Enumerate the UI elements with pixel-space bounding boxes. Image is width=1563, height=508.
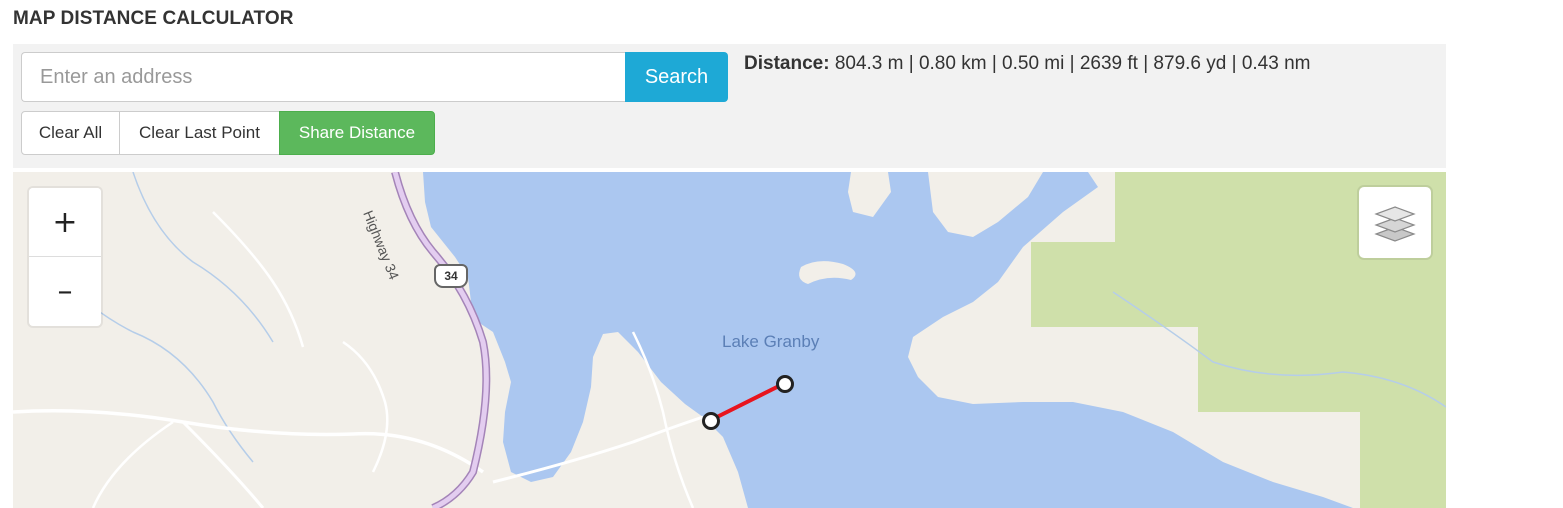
- clear-last-point-button[interactable]: Clear Last Point: [119, 111, 280, 155]
- zoom-in-button[interactable]: +: [29, 188, 101, 256]
- layers-icon: [1374, 206, 1416, 242]
- distance-readout: Distance: 804.3 m | 0.80 km | 0.50 mi | …: [744, 53, 1310, 75]
- highway-shield: 34: [434, 264, 468, 288]
- zoom-out-button[interactable]: –: [29, 257, 101, 325]
- clear-all-button[interactable]: Clear All: [21, 111, 120, 155]
- search-button[interactable]: Search: [625, 52, 728, 102]
- map-view[interactable]: Highway 34 34 Lake Granby + –: [13, 172, 1446, 508]
- address-search-input[interactable]: [21, 52, 625, 102]
- share-distance-button[interactable]: Share Distance: [279, 111, 435, 155]
- distance-label: Distance:: [744, 53, 830, 74]
- layers-button[interactable]: [1359, 187, 1431, 258]
- page-title: MAP DISTANCE CALCULATOR: [13, 8, 294, 29]
- lake-label: Lake Granby: [722, 332, 820, 351]
- controls-panel: Search Clear All Clear Last Point Share …: [13, 44, 1446, 168]
- distance-value: 804.3 m | 0.80 km | 0.50 mi | 2639 ft | …: [834, 53, 1311, 74]
- route-point-marker[interactable]: [702, 412, 720, 430]
- route-point-marker[interactable]: [776, 375, 794, 393]
- zoom-control: + –: [29, 188, 101, 326]
